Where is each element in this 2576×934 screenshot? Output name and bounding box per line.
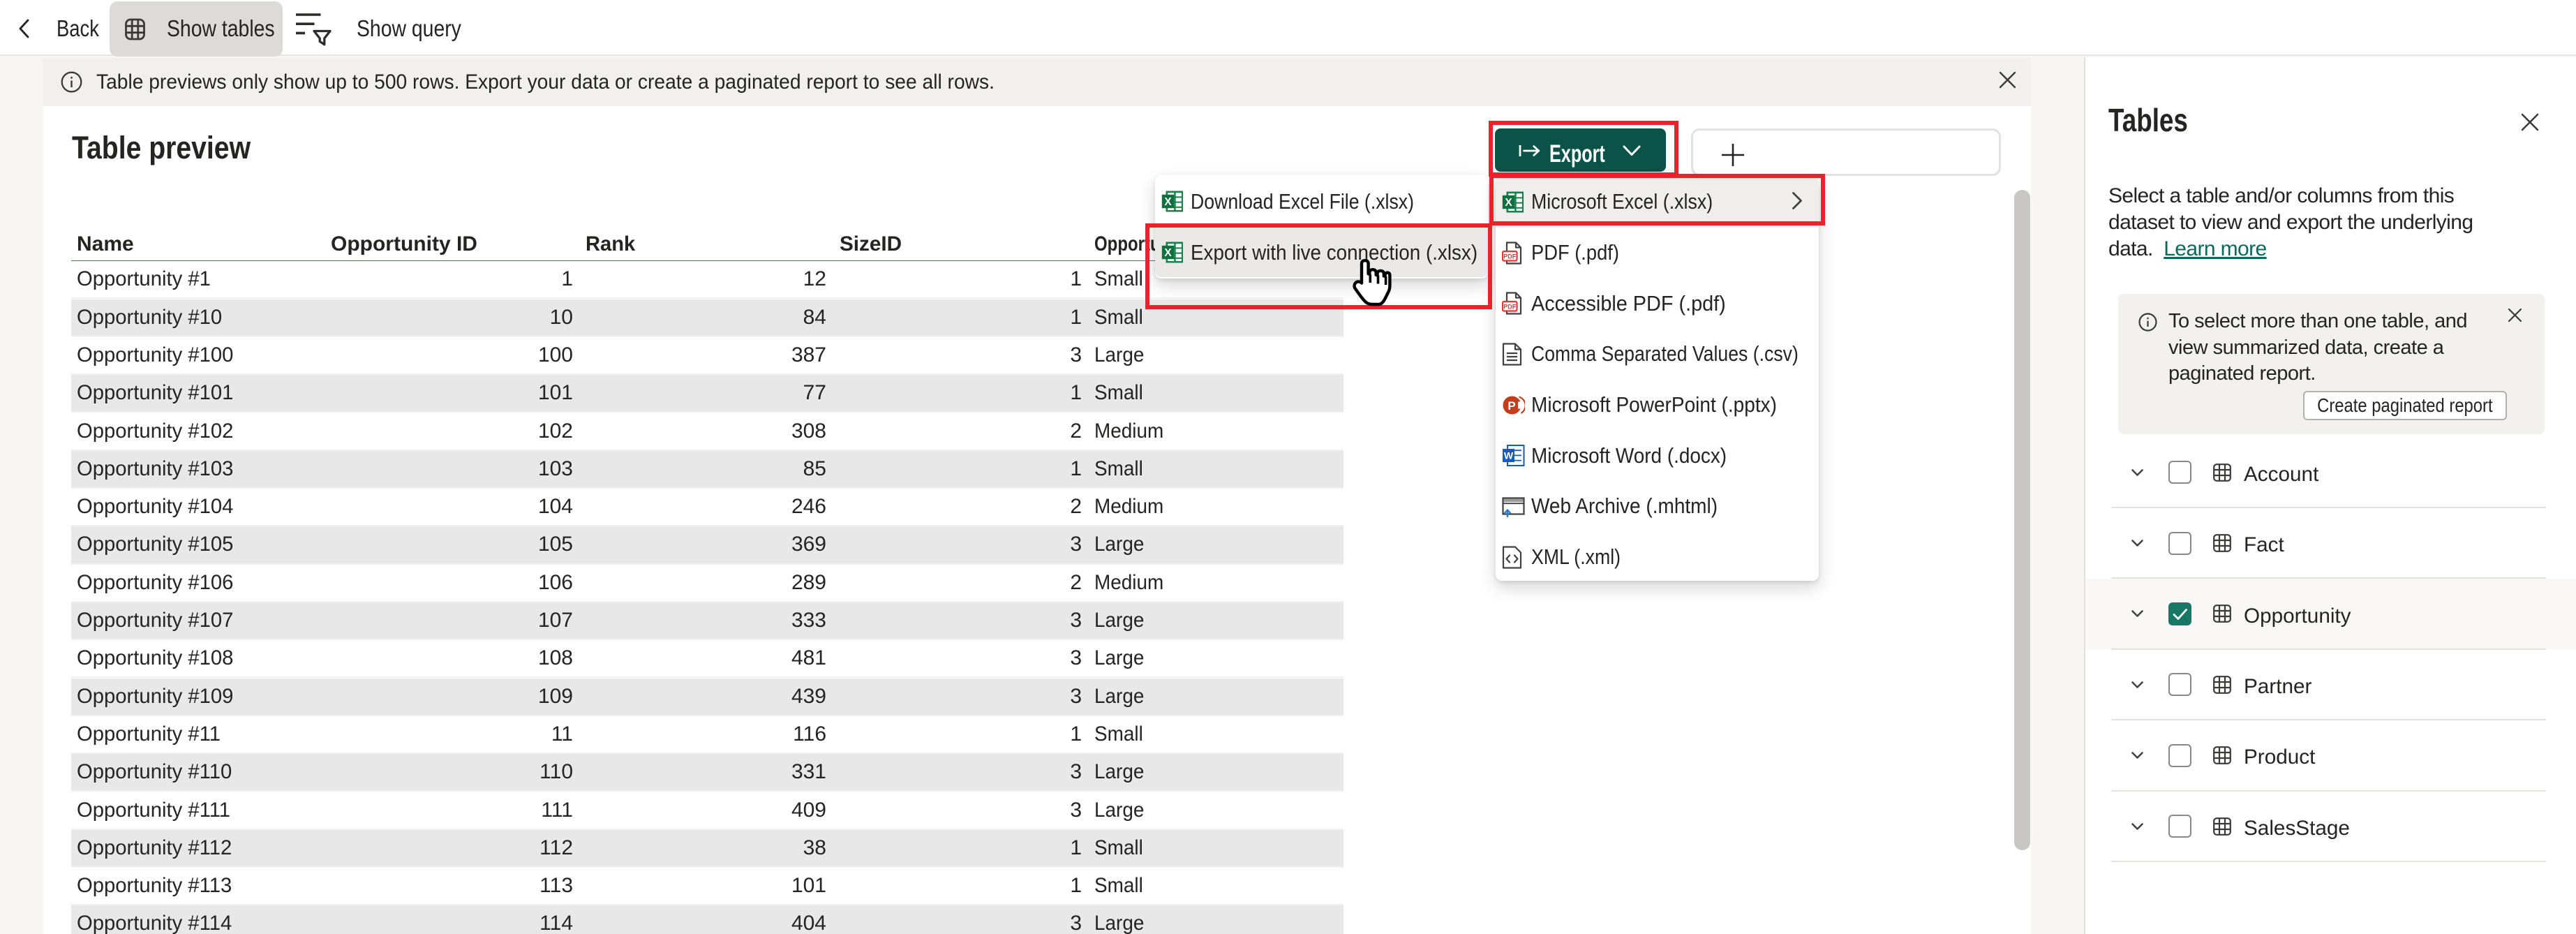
svg-text:PDF: PDF — [1503, 304, 1517, 311]
svg-text:PDF: PDF — [1503, 253, 1517, 260]
svg-text:X: X — [1164, 196, 1172, 208]
svg-text:W: W — [1504, 450, 1514, 461]
svg-text:P: P — [1507, 399, 1515, 413]
